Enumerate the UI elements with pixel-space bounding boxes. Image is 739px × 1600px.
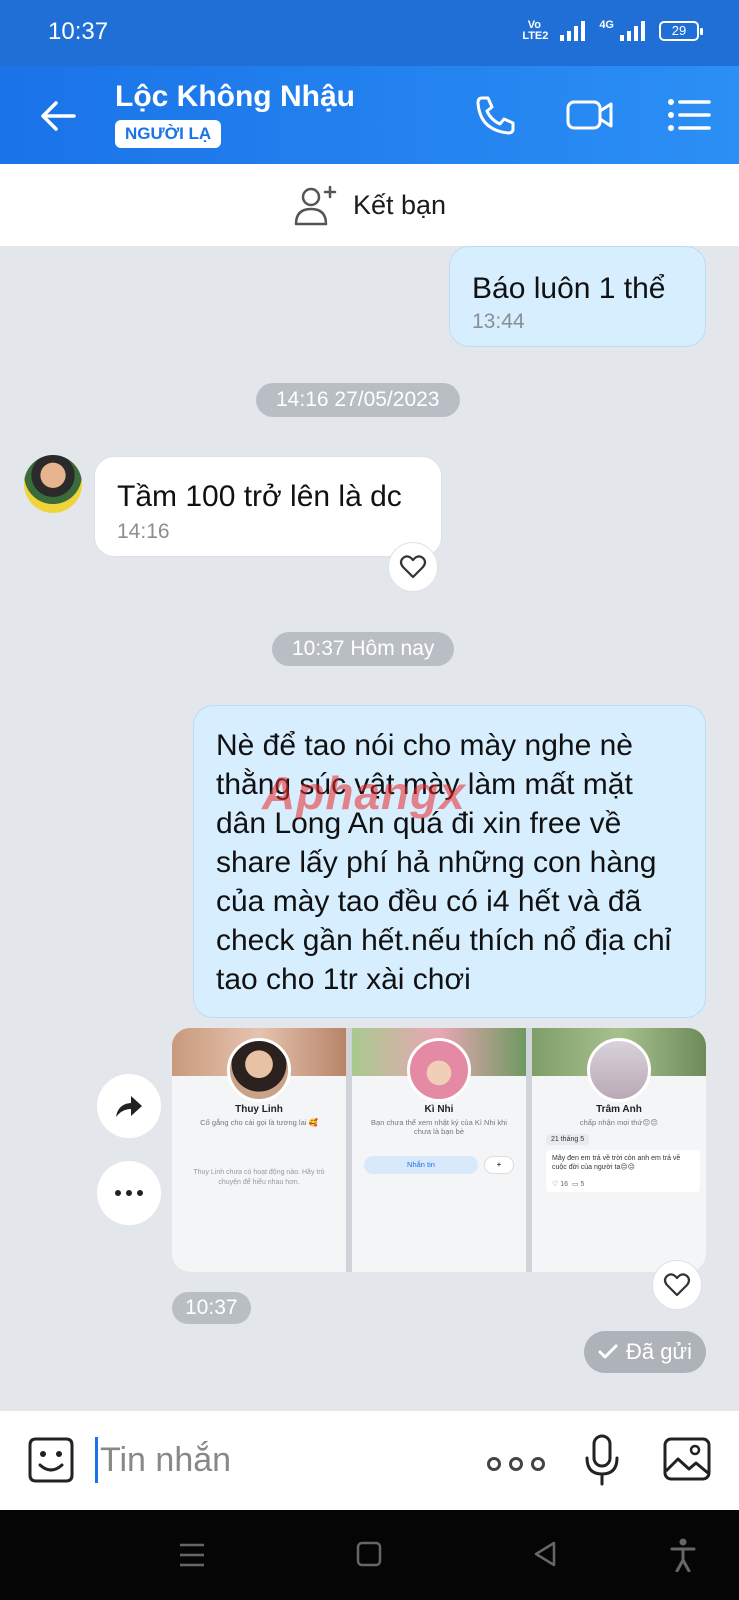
add-friend-mini-icon: + (484, 1156, 514, 1174)
date-divider: 14:16 27/05/2023 (256, 383, 460, 417)
system-navigation-bar (0, 1510, 739, 1600)
message-time: 13:44 (472, 310, 525, 333)
date-divider: 10:37 Hôm nay (272, 632, 455, 666)
signal-icon-2 (620, 21, 645, 41)
back-arrow-icon[interactable] (36, 94, 80, 138)
stranger-badge: NGƯỜI LẠ (115, 120, 222, 148)
profile-body: Thuy Linh chưa có hoạt động nào. Hãy trò… (193, 1169, 325, 1186)
profile-status: chấp nhận mọi thứ😔😔 (579, 1118, 659, 1127)
react-heart-button[interactable] (388, 542, 438, 592)
post-text: Mây đen em trả về trời còn anh em trả về… (552, 1155, 681, 1171)
sent-status-label: Đã gửi (625, 1339, 693, 1364)
message-bubble-received[interactable]: Tầm 100 trở lên là dc 14:16 (94, 456, 442, 557)
react-heart-button[interactable] (652, 1260, 702, 1310)
add-friend-bar[interactable]: Kết bạn (0, 164, 739, 246)
status-bar: 10:37 Vo LTE2 4G 29 (0, 0, 739, 66)
profile-screenshot-2[interactable]: Kì Nhi Bạn chưa thể xem nhật ký của Kì N… (352, 1028, 526, 1272)
sent-status: Đã gửi (584, 1331, 706, 1373)
heart-icon (399, 555, 427, 579)
menu-list-icon[interactable] (665, 92, 715, 138)
image-grid[interactable]: Thuy Linh Cố gắng cho cái gọi là tương l… (172, 1028, 706, 1272)
message-time: 14:16 (117, 520, 170, 543)
network-type: 4G (599, 19, 614, 31)
battery-level: 29 (671, 23, 687, 38)
post-comments: 5 (580, 1181, 585, 1188)
profile-name: Kì Nhi (424, 1104, 454, 1115)
menu-nav-icon[interactable] (178, 1542, 206, 1568)
check-icon (598, 1344, 618, 1359)
message-bubble-sent[interactable]: Báo luôn 1 thể 13:44 (449, 246, 706, 347)
message-input[interactable]: Tin nhắn (95, 1437, 231, 1483)
microphone-icon[interactable] (582, 1433, 622, 1487)
emoji-sticker-icon[interactable] (26, 1435, 76, 1485)
post-likes: 16 (560, 1181, 569, 1188)
volte-indicator: Vo LTE2 (522, 19, 549, 42)
ellipsis-icon (115, 1190, 143, 1196)
add-friend-icon (294, 185, 337, 226)
more-actions-icon[interactable] (487, 1457, 545, 1471)
phone-call-icon[interactable] (470, 92, 520, 138)
accessibility-icon[interactable] (670, 1538, 696, 1572)
chat-header: Lộc Không Nhậu NGƯỜI LẠ (0, 66, 739, 164)
message-text: Báo luôn 1 thể (472, 272, 666, 305)
add-friend-label: Kết bạn (352, 189, 447, 220)
profile-screenshot-1[interactable]: Thuy Linh Cố gắng cho cái gọi là tương l… (172, 1028, 346, 1272)
contact-avatar[interactable] (24, 455, 82, 513)
message-text: Tầm 100 trở lên là dc (117, 480, 402, 513)
forward-button[interactable] (97, 1074, 161, 1138)
contact-name[interactable]: Lộc Không Nhậu (115, 80, 355, 114)
post-date-tag: 21 tháng 5 (546, 1134, 590, 1145)
message-bubble-sent[interactable]: Nè để tao nói cho mày nghe nè thằng súc … (193, 705, 706, 1018)
profile-name: Trâm Anh (596, 1104, 642, 1115)
watermark-logo: Aphangx (262, 767, 466, 819)
like-icon: ♡ (552, 1181, 561, 1188)
status-time: 10:37 (48, 18, 109, 45)
message-input-bar: Tin nhắn (0, 1411, 739, 1510)
more-options-button[interactable] (97, 1161, 161, 1225)
profile-post: Mây đen em trả về trời còn anh em trả về… (546, 1150, 700, 1192)
home-nav-icon[interactable] (355, 1540, 383, 1568)
back-nav-icon[interactable] (532, 1540, 558, 1568)
forward-arrow-icon (116, 1096, 142, 1117)
profile-status: Bạn chưa thể xem nhật ký của Kì Nhi khi … (371, 1118, 507, 1136)
profile-name: Thuy Linh (235, 1104, 283, 1115)
gallery-image-icon[interactable] (662, 1435, 712, 1483)
image-time: 10:37 (172, 1292, 251, 1324)
battery-icon: 29 (659, 21, 703, 41)
message-button: Nhắn tin (364, 1156, 478, 1174)
profile-screenshot-3[interactable]: Trâm Anh chấp nhận mọi thứ😔😔 21 tháng 5 … (532, 1028, 706, 1272)
heart-icon (663, 1273, 691, 1297)
video-call-icon[interactable] (565, 92, 615, 138)
signal-icon (560, 21, 586, 41)
profile-status: Cố gắng cho cái gọi là tương lai 🥰 (200, 1118, 318, 1127)
